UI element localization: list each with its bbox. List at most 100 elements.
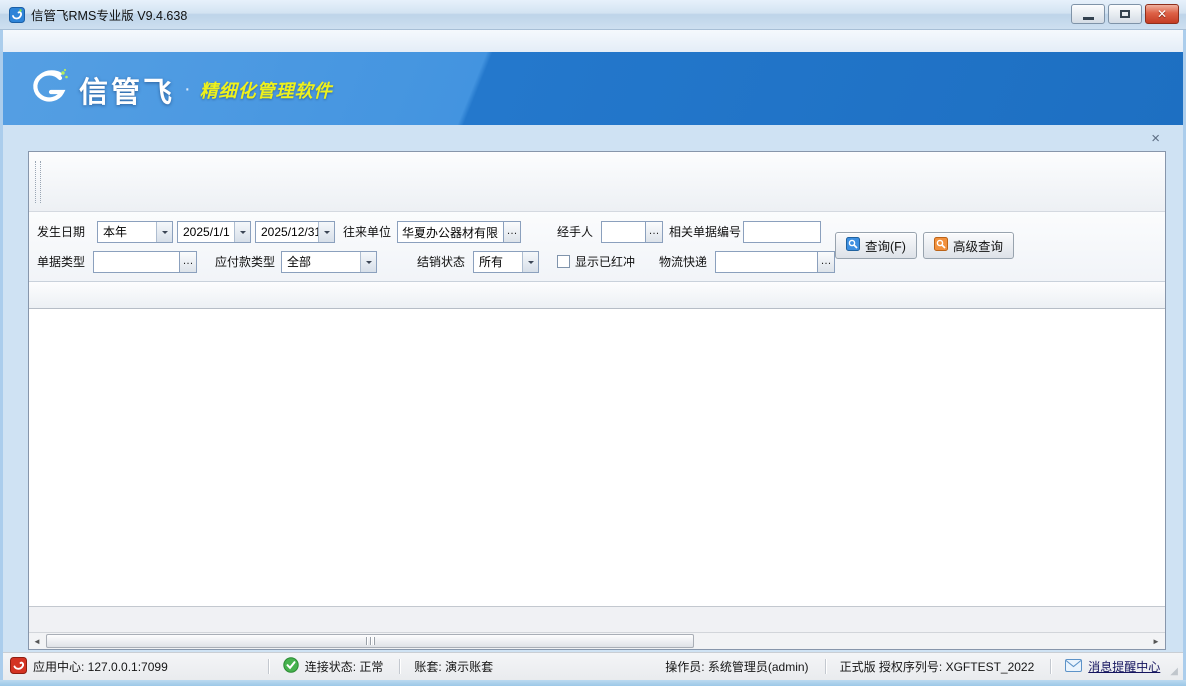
chevron-down-icon[interactable] xyxy=(156,222,172,242)
date-from-value: 2025/1/1 xyxy=(178,222,234,242)
show-red-flush-checkbox[interactable] xyxy=(557,255,570,268)
status-divider xyxy=(1050,659,1051,674)
brand: 信管飞 · 精细化管理软件 xyxy=(27,68,333,111)
settle-status-value: 所有 xyxy=(474,252,522,272)
window-title: 信管飞RMS专业版 V9.4.638 xyxy=(31,5,187,24)
message-center-link[interactable]: 消息提醒中心 xyxy=(1065,658,1160,675)
vendor-field: … xyxy=(397,221,521,243)
payable-type-label: 应付款类型 xyxy=(215,251,275,273)
maximize-icon xyxy=(1120,10,1130,18)
window-border-left xyxy=(0,30,3,686)
chevron-down-icon[interactable] xyxy=(318,222,334,242)
brand-tagline: 精细化管理软件 xyxy=(200,77,333,103)
resize-grip-icon[interactable]: ◢ xyxy=(1170,664,1178,680)
payables-page: 发生日期 本年 2025/1/1 2025/12/31 往来单位 … 经手人 …… xyxy=(28,151,1166,650)
advanced-query-button[interactable]: 高级查询 xyxy=(923,232,1014,259)
advanced-query-button-label: 高级查询 xyxy=(953,236,1003,255)
handler-input[interactable] xyxy=(601,221,645,243)
payables-grid: ◄ ► xyxy=(29,282,1165,649)
maximize-button[interactable] xyxy=(1108,4,1142,24)
doc-type-field: … xyxy=(93,251,197,273)
brand-separator: · xyxy=(184,78,191,101)
logistics-label: 物流快递 xyxy=(659,251,707,273)
app-window: 信管飞RMS专业版 V9.4.638 ✕ 信管飞 · 精细化管理软件 × 发生日… xyxy=(0,0,1186,686)
vendor-browse-button[interactable]: … xyxy=(503,221,521,243)
doc-type-label: 单据类型 xyxy=(37,251,85,273)
settle-status-combo[interactable]: 所有 xyxy=(473,251,539,273)
filter-panel: 发生日期 本年 2025/1/1 2025/12/31 往来单位 … 经手人 …… xyxy=(29,212,1165,282)
query-button-label: 查询(F) xyxy=(865,236,906,255)
payable-type-value: 全部 xyxy=(282,252,360,272)
window-controls: ✕ xyxy=(1071,4,1179,24)
search-icon xyxy=(846,237,860,254)
chevron-down-icon[interactable] xyxy=(360,252,376,272)
minimize-button[interactable] xyxy=(1071,4,1105,24)
payable-type-combo[interactable]: 全部 xyxy=(281,251,377,273)
date-from-combo[interactable]: 2025/1/1 xyxy=(177,221,251,243)
date-to-value: 2025/12/31 xyxy=(256,222,318,242)
logistics-field: … xyxy=(715,251,835,273)
license-text: 正式版 授权序列号: XGFTEST_2022 xyxy=(840,658,1035,675)
settle-status-label: 结销状态 xyxy=(417,251,465,273)
toolbar-grip[interactable] xyxy=(35,161,41,203)
status-divider xyxy=(268,659,269,674)
scroll-left-arrow-icon[interactable]: ◄ xyxy=(29,634,45,649)
page-toolbar xyxy=(29,152,1165,212)
handler-label: 经手人 xyxy=(557,221,593,243)
logistics-browse-button[interactable]: … xyxy=(817,251,835,273)
account-set-text: 账套: 演示账套 xyxy=(414,658,493,675)
ref-no-input[interactable] xyxy=(743,221,821,243)
status-divider xyxy=(825,659,826,674)
status-bar: 应用中心: 127.0.0.1:7099 连接状态: 正常 账套: 演示账套 操… xyxy=(3,652,1183,680)
minimize-icon xyxy=(1083,17,1094,20)
handler-field: … xyxy=(601,221,663,243)
show-red-flush-label: 显示已红冲 xyxy=(575,251,635,273)
title-bar: 信管飞RMS专业版 V9.4.638 ✕ xyxy=(0,0,1186,30)
date-preset-combo[interactable]: 本年 xyxy=(97,221,173,243)
logistics-input[interactable] xyxy=(715,251,817,273)
query-button[interactable]: 查询(F) xyxy=(835,232,917,259)
close-button[interactable]: ✕ xyxy=(1145,4,1179,24)
hero-banner: 信管飞 · 精细化管理软件 xyxy=(3,52,1183,125)
app-center-logo-icon xyxy=(10,657,27,677)
grid-body xyxy=(29,282,1165,606)
scrollbar-grip-icon xyxy=(366,637,375,645)
account-set-status: 账套: 演示账套 xyxy=(414,658,493,675)
grid-header-row xyxy=(29,282,1165,309)
envelope-icon xyxy=(1065,659,1082,675)
horizontal-scrollbar[interactable]: ◄ ► xyxy=(29,632,1165,649)
scrollbar-thumb[interactable] xyxy=(46,634,694,648)
brand-logo-icon xyxy=(27,68,69,111)
message-center-text: 消息提醒中心 xyxy=(1088,658,1160,675)
vendor-label: 往来单位 xyxy=(343,221,391,243)
app-logo-icon xyxy=(9,7,25,23)
chevron-down-icon[interactable] xyxy=(234,222,250,242)
brand-name: 信管飞 xyxy=(79,69,175,111)
vendor-input[interactable] xyxy=(397,221,503,243)
operator-text: 操作员: 系统管理员(admin) xyxy=(665,658,808,675)
date-label: 发生日期 xyxy=(37,221,85,243)
close-icon: ✕ xyxy=(1157,8,1167,20)
date-to-combo[interactable]: 2025/12/31 xyxy=(255,221,335,243)
operator-status: 操作员: 系统管理员(admin) xyxy=(665,658,808,675)
tab-strip: × xyxy=(28,125,1166,152)
connection-status: 连接状态: 正常 xyxy=(283,657,384,676)
grid-totals-row xyxy=(29,606,1165,632)
tabstrip-close-icon[interactable]: × xyxy=(1145,129,1166,148)
doc-type-browse-button[interactable]: … xyxy=(179,251,197,273)
scroll-right-arrow-icon[interactable]: ► xyxy=(1148,634,1164,649)
app-center-text: 应用中心: 127.0.0.1:7099 xyxy=(33,658,168,675)
window-border-bottom xyxy=(0,680,1186,686)
advanced-search-icon xyxy=(934,237,948,254)
connection-text: 连接状态: 正常 xyxy=(305,658,384,675)
license-status: 正式版 授权序列号: XGFTEST_2022 xyxy=(840,658,1035,675)
menu-bar xyxy=(3,30,1183,52)
doc-type-input[interactable] xyxy=(93,251,179,273)
status-divider xyxy=(399,659,400,674)
handler-browse-button[interactable]: … xyxy=(645,221,663,243)
connection-ok-icon xyxy=(283,657,299,676)
app-center-status: 应用中心: 127.0.0.1:7099 xyxy=(10,657,168,677)
chevron-down-icon[interactable] xyxy=(522,252,538,272)
date-preset-value: 本年 xyxy=(98,222,156,242)
ref-no-label: 相关单据编号 xyxy=(669,221,741,243)
